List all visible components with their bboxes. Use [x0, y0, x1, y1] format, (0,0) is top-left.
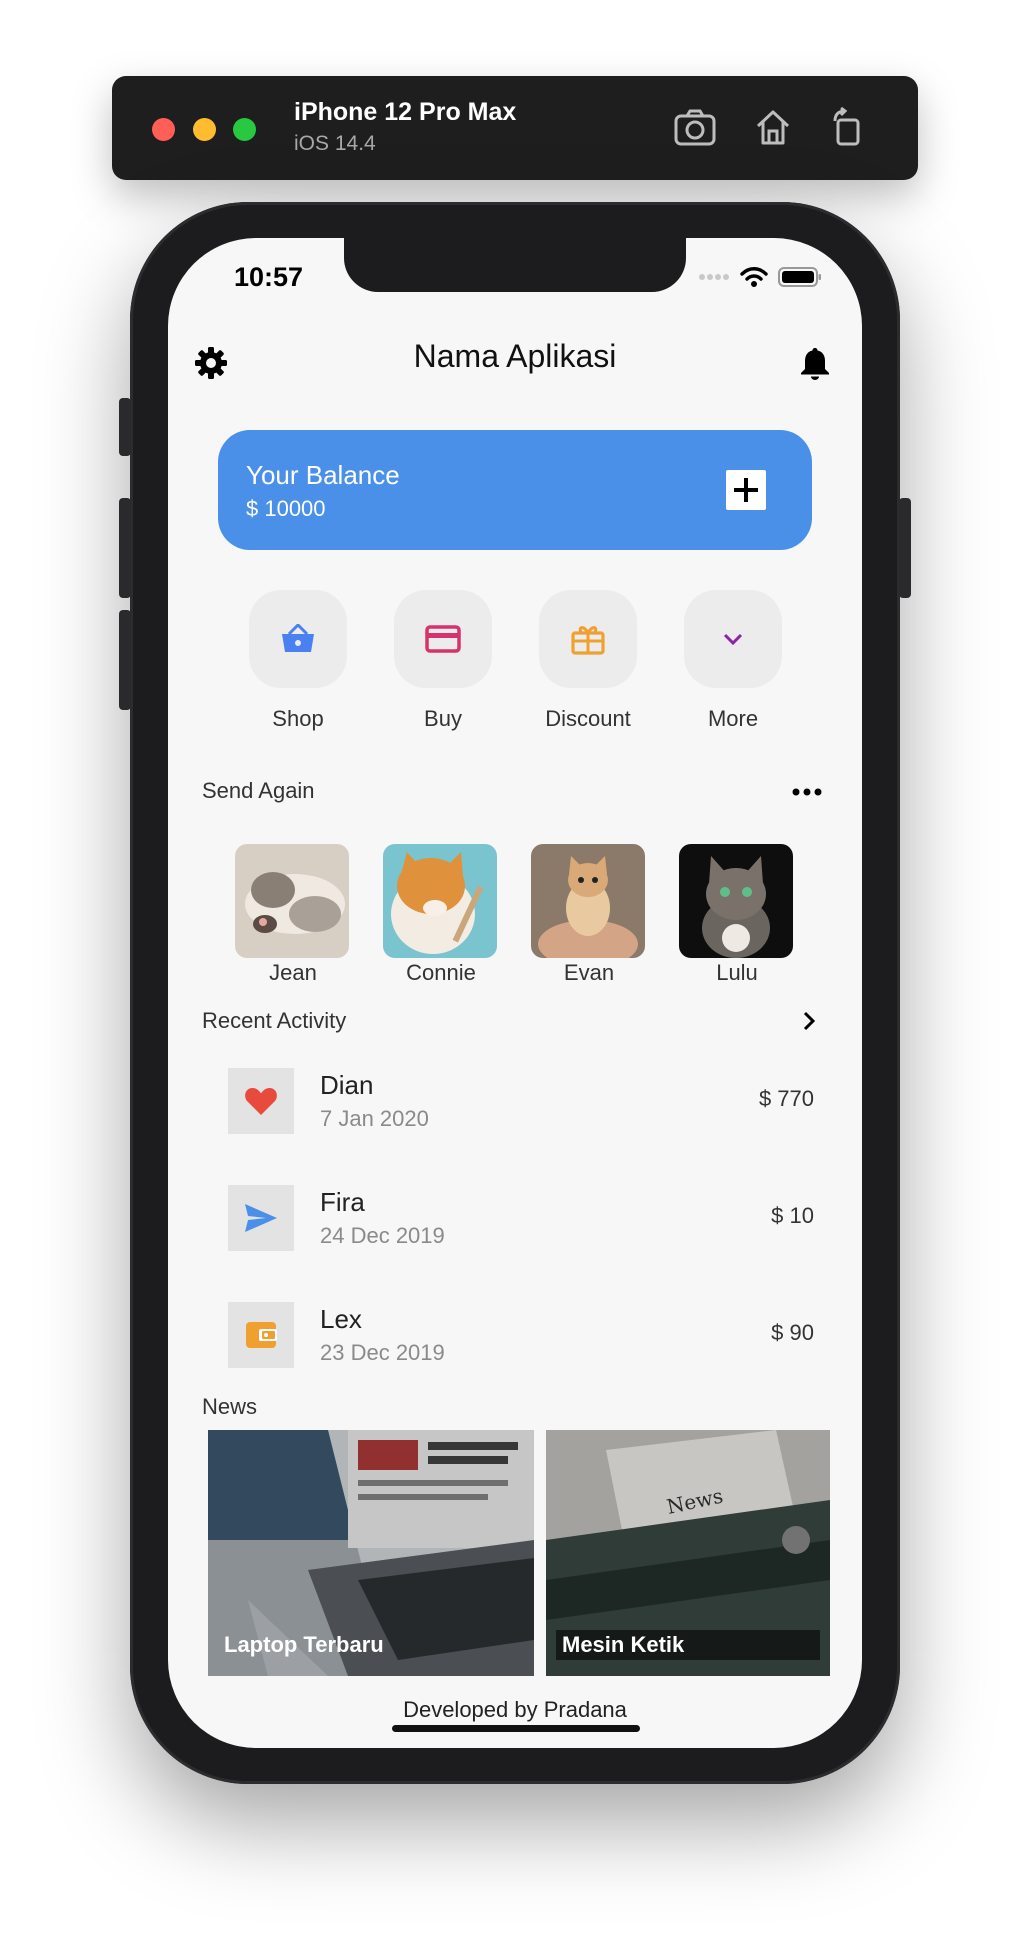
balance-card[interactable]: Your Balance $ 10000	[218, 430, 812, 550]
contact-name: Evan	[563, 960, 615, 985]
heart-icon	[228, 1068, 294, 1134]
news-card-typewriter[interactable]: News Mesin Ketik	[546, 1430, 830, 1676]
activity-item-fira[interactable]: Fira 24 Dec 2019 $ 10	[228, 1185, 814, 1255]
avatar[interactable]	[235, 844, 349, 958]
battery-icon	[778, 267, 821, 287]
activity-amount: $ 90	[771, 1320, 814, 1345]
action-label: More	[707, 706, 759, 731]
recent-activity-title: Recent Activity	[202, 1008, 347, 1033]
zoom-window-button[interactable]	[233, 118, 256, 141]
activity-amount: $ 10	[771, 1203, 814, 1228]
chevron-down-icon	[723, 633, 743, 646]
action-label: Buy	[424, 706, 462, 731]
action-shop-button[interactable]	[249, 590, 347, 688]
activity-name: Lex	[320, 1304, 362, 1334]
action-discount-button[interactable]	[539, 590, 637, 688]
close-window-button[interactable]	[152, 118, 175, 141]
activity-date: 24 Dec 2019	[320, 1223, 445, 1248]
activity-date: 7 Jan 2020	[320, 1106, 429, 1131]
silent-switch	[119, 398, 131, 456]
activity-date: 23 Dec 2019	[320, 1340, 445, 1365]
send-icon	[228, 1185, 294, 1251]
contact-name: Lulu	[716, 960, 758, 985]
news-card-laptop[interactable]: Laptop Terbaru	[208, 1430, 534, 1676]
activity-item-dian[interactable]: Dian 7 Jan 2020 $ 770	[228, 1068, 814, 1138]
contact-evan[interactable]: Evan	[531, 844, 647, 986]
volume-down-button	[119, 610, 131, 710]
action-buy[interactable]: Buy	[394, 590, 492, 732]
app-title: Nama Aplikasi	[413, 338, 617, 374]
minimize-window-button[interactable]	[193, 118, 216, 141]
news-title: News	[202, 1394, 258, 1419]
device-name: iPhone 12 Pro Max	[294, 98, 517, 126]
simulator-title-bar: iPhone 12 Pro Max iOS 14.4	[112, 76, 918, 180]
bell-icon[interactable]	[794, 342, 836, 384]
status-icons	[698, 266, 822, 288]
status-time: 10:57	[234, 262, 304, 292]
credit-card-icon	[425, 625, 461, 653]
more-horizontal-icon[interactable]	[790, 780, 824, 804]
action-label: Discount	[545, 706, 631, 731]
home-icon[interactable]	[748, 102, 798, 152]
news-item-title: Mesin Ketik	[562, 1632, 685, 1657]
activity-name: Fira	[320, 1187, 365, 1217]
volume-up-button	[119, 498, 131, 598]
plus-icon[interactable]	[726, 470, 766, 510]
action-more[interactable]: More	[684, 590, 782, 732]
send-again-title: Send Again	[202, 778, 315, 803]
power-button	[899, 498, 911, 598]
balance-label: Your Balance	[246, 460, 400, 490]
wallet-icon	[228, 1302, 294, 1368]
avatar[interactable]	[383, 844, 497, 958]
action-label: Shop	[272, 706, 324, 731]
signal-icon	[699, 274, 729, 280]
home-indicator[interactable]	[392, 1725, 640, 1732]
chevron-right-icon[interactable]	[794, 1006, 824, 1036]
basket-icon	[282, 624, 314, 652]
phone-screen: 10:57 Nama Aplikasi Your Balance $ 10000…	[168, 238, 862, 1748]
contact-lulu[interactable]: Lulu	[679, 844, 795, 986]
action-more-button[interactable]	[684, 590, 782, 688]
footer-text: Developed by Pradana	[403, 1697, 627, 1722]
activity-amount: $ 770	[758, 1086, 814, 1111]
contact-name: Connie	[406, 960, 476, 985]
contact-jean[interactable]: Jean	[235, 844, 351, 986]
contact-connie[interactable]: Connie	[383, 844, 499, 986]
balance-amount: $ 10000	[246, 496, 326, 521]
avatar[interactable]	[531, 844, 645, 958]
activity-item-lex[interactable]: Lex 23 Dec 2019 $ 90	[228, 1302, 814, 1372]
notch	[344, 238, 686, 292]
avatar[interactable]	[679, 844, 793, 958]
contact-name: Jean	[269, 960, 317, 985]
os-version: iOS 14.4	[294, 132, 376, 155]
rotate-icon[interactable]	[822, 102, 872, 152]
wifi-icon	[740, 267, 768, 287]
action-discount[interactable]: Discount	[539, 590, 637, 732]
screenshot-icon[interactable]	[670, 102, 720, 152]
activity-name: Dian	[320, 1070, 374, 1100]
gift-icon	[571, 626, 605, 655]
action-buy-button[interactable]	[394, 590, 492, 688]
action-shop[interactable]: Shop	[249, 590, 347, 732]
news-item-title: Laptop Terbaru	[224, 1632, 384, 1657]
